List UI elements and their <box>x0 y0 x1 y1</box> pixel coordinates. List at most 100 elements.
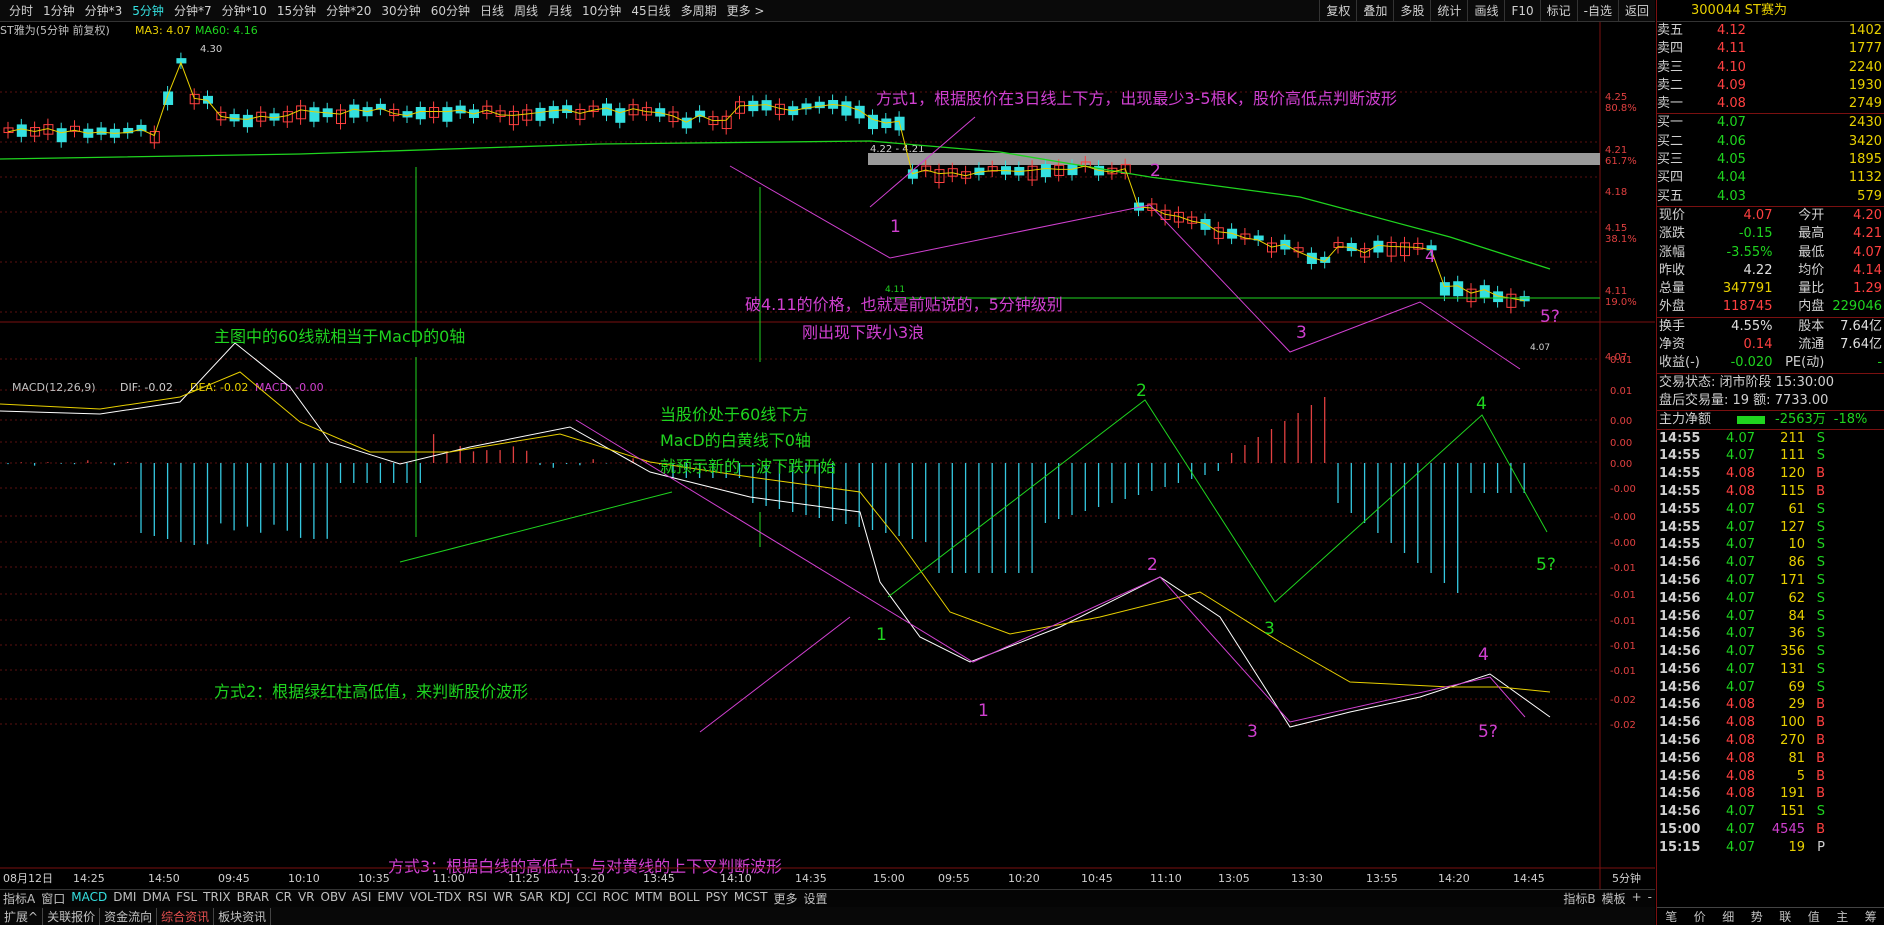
tick-cell: 84 <box>1788 608 1805 624</box>
indicator-tab[interactable]: ROC <box>600 890 632 907</box>
indicator-control[interactable]: 指标B <box>1560 890 1598 907</box>
candle <box>1040 164 1051 178</box>
toolbar-button[interactable]: 叠加 <box>1356 0 1393 22</box>
panel-tab[interactable]: 势 <box>1743 908 1772 925</box>
status-tab[interactable]: 综合资讯 <box>157 907 215 925</box>
chart-title: ST雅为(5分钟 前复权) <box>0 23 110 37</box>
indicator-tab[interactable]: EMV <box>374 890 406 907</box>
toolbar-button[interactable]: 统计 <box>1430 0 1467 22</box>
panel-tab[interactable]: 值 <box>1800 908 1829 925</box>
panel-tab[interactable]: 价 <box>1686 908 1715 925</box>
wave-label-macd: 5? <box>1536 555 1556 575</box>
period-tab[interactable]: 30分钟 <box>376 0 425 22</box>
indicator-tab[interactable]: 更多 <box>771 890 801 907</box>
tick-cell: 4.07 <box>1726 430 1755 446</box>
indicator-tab[interactable]: RSI <box>465 890 491 907</box>
period-tab[interactable]: 多周期 <box>676 0 722 22</box>
period-tab[interactable]: 日线 <box>475 0 509 22</box>
y-tick-label: 4.21 <box>1605 145 1627 156</box>
indicator-tab[interactable]: OBV <box>318 890 350 907</box>
low-label: 4.07 <box>1530 343 1550 353</box>
period-tab[interactable]: 分时 <box>4 0 38 22</box>
tick-cell: 270 <box>1780 733 1805 749</box>
indicator-tab[interactable]: 设置 <box>801 890 831 907</box>
toolbar-button[interactable]: 复权 <box>1319 0 1356 22</box>
period-tab[interactable]: 周线 <box>509 0 543 22</box>
toolbar-button[interactable]: F10 <box>1504 0 1539 22</box>
indicator-tab[interactable]: KDJ <box>547 890 574 907</box>
book-volume: 1777 <box>1848 41 1882 57</box>
indicator-tab[interactable]: VOL-TDX <box>407 890 465 907</box>
indicator-tab[interactable]: MCST <box>731 890 771 907</box>
indicator-tab[interactable]: ASI <box>349 890 374 907</box>
tick-cell: 14:56 <box>1659 750 1701 766</box>
quote-cell: 4.14 <box>1853 262 1883 278</box>
macd-tick-label: 0.00 <box>1610 438 1632 449</box>
book-label: 买二 <box>1657 133 1684 149</box>
indicator-tab[interactable]: DMA <box>139 890 173 907</box>
period-tab[interactable]: 15分钟 <box>272 0 321 22</box>
period-tab[interactable]: 更多 > <box>722 0 770 22</box>
period-tab[interactable]: 分钟*10 <box>217 0 272 22</box>
period-tab[interactable]: 10分钟 <box>577 0 626 22</box>
panel-tab[interactable]: 笔 <box>1657 908 1686 925</box>
y-tick-pct: 38.1% <box>1605 234 1637 245</box>
quote-row: 总量 347791 量比 1.29 <box>1657 280 1884 298</box>
indicator-tab[interactable]: DMI <box>110 890 139 907</box>
quote-cell: -3.55% <box>1726 244 1773 260</box>
x-tick-label: 14:10 <box>720 872 752 885</box>
period-tab[interactable]: 45日线 <box>626 0 675 22</box>
panel-tab[interactable]: 联 <box>1771 908 1800 925</box>
indicator-tab[interactable]: SAR <box>516 890 546 907</box>
indicator-tab[interactable]: 窗口 <box>38 890 68 907</box>
toolbar-button[interactable]: -自选 <box>1576 0 1618 22</box>
indicator-control[interactable]: - <box>1645 890 1655 907</box>
period-tab[interactable]: 月线 <box>543 0 577 22</box>
tick-cell: 19 <box>1788 839 1805 855</box>
indicator-tab[interactable]: CR <box>272 890 295 907</box>
tick-cell: B <box>1816 466 1825 482</box>
indicator-tab[interactable]: FSL <box>173 890 200 907</box>
flow-value: -2563万 <box>1775 412 1826 428</box>
period-tabs: 分时 1分钟 分钟*3 5分钟 分钟*7 分钟*10 15分钟 分钟*20 30分钟 60分钟 日线… <box>0 0 1319 22</box>
status-tab[interactable]: 资金流向 <box>100 907 158 925</box>
indicator-tab[interactable]: TRIX <box>200 890 233 907</box>
status-tab[interactable]: 扩展^ <box>0 907 44 925</box>
toolbar-button[interactable]: 多股 <box>1393 0 1430 22</box>
tick-cell: 81 <box>1788 750 1805 766</box>
indicator-control[interactable]: + <box>1629 890 1645 907</box>
book-price: 4.09 <box>1717 77 1746 93</box>
book-volume: 1132 <box>1848 170 1882 186</box>
period-tab[interactable]: 分钟*3 <box>80 0 128 22</box>
period-tab[interactable]: 60分钟 <box>426 0 475 22</box>
indicator-tab[interactable]: MTM <box>632 890 666 907</box>
indicator-control[interactable]: 模板 <box>1599 890 1629 907</box>
indicator-tab[interactable]: CCI <box>573 890 599 907</box>
period-tab[interactable]: 1分钟 <box>38 0 80 22</box>
period-tab[interactable]: 分钟*7 <box>169 0 217 22</box>
panel-tab[interactable]: 细 <box>1714 908 1743 925</box>
x-tick-label: 14:25 <box>73 872 105 885</box>
period-tab[interactable]: 分钟*20 <box>321 0 376 22</box>
indicator-tab[interactable]: WR <box>490 890 516 907</box>
indicator-tab[interactable]: BRAR <box>234 890 273 907</box>
indicator-tab[interactable]: MACD <box>68 890 110 907</box>
book-row: 卖三 4.10 2240 <box>1657 59 1884 77</box>
period-tab[interactable]: 5分钟 <box>127 0 169 22</box>
wave-label-main: 1 <box>890 217 901 237</box>
indicator-tab[interactable]: PSY <box>703 890 731 907</box>
toolbar-button[interactable]: 返回 <box>1617 0 1655 22</box>
candle <box>176 58 187 64</box>
panel-tab[interactable]: 筹 <box>1857 908 1884 925</box>
indicator-tab[interactable]: BOLL <box>666 890 703 907</box>
status-tab[interactable]: 关联报价 <box>43 907 101 925</box>
tick-row: 14:56 4.07 62 S <box>1657 590 1884 608</box>
status-tab[interactable]: 板块资讯 <box>214 907 272 925</box>
toolbar-button[interactable]: 标记 <box>1539 0 1577 22</box>
panel-tab[interactable]: 主 <box>1828 908 1857 925</box>
method3-arrow <box>699 616 851 733</box>
toolbar-button[interactable]: 画线 <box>1467 0 1504 22</box>
indicator-tab[interactable]: VR <box>295 890 318 907</box>
indicator-tab[interactable]: 指标A <box>0 890 38 907</box>
tick-row: 14:55 4.08 120 B <box>1657 465 1884 483</box>
